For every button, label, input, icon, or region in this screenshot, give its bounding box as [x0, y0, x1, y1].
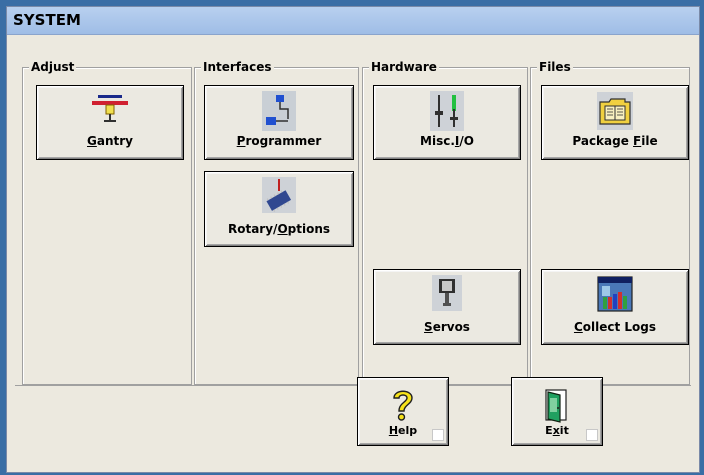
- package-file-label: Package File: [572, 134, 658, 148]
- group-label-adjust: Adjust: [29, 60, 77, 74]
- programmer-icon: [262, 91, 296, 131]
- rotary-options-label: Rotary/Options: [227, 222, 331, 236]
- exit-button[interactable]: Exit: [511, 377, 603, 446]
- question-mark-icon: [393, 390, 413, 421]
- servos-label: Servos: [424, 320, 470, 334]
- package-folder-icon: [597, 92, 633, 130]
- io-slider-icon: [430, 91, 464, 131]
- help-button[interactable]: Help: [357, 377, 449, 446]
- chip-icon: [262, 177, 296, 213]
- title-bar: SYSTEM: [7, 7, 699, 35]
- exit-corner-indicator: [586, 429, 598, 441]
- window-client-area: Adjust Interfaces Hardware Files Gantry: [15, 35, 691, 465]
- gantry-label: Gantry: [87, 134, 133, 148]
- system-window: SYSTEM Adjust Interfaces Hardware Files: [6, 6, 700, 473]
- exit-door-icon: [545, 389, 567, 423]
- window-title: SYSTEM: [13, 11, 81, 29]
- group-label-files: Files: [537, 60, 573, 74]
- logs-icon: [597, 276, 633, 312]
- misc-io-button[interactable]: Misc.I/O: [373, 85, 521, 160]
- programmer-label: Programmer: [236, 134, 322, 148]
- servo-icon: [432, 275, 462, 311]
- group-label-interfaces: Interfaces: [201, 60, 274, 74]
- collect-logs-label: Collect Logs: [573, 320, 657, 334]
- programmer-button[interactable]: Programmer: [204, 85, 354, 160]
- collect-logs-button[interactable]: Collect Logs: [541, 269, 689, 345]
- help-corner-indicator: [432, 429, 444, 441]
- rotary-options-button[interactable]: Rotary/Options: [204, 171, 354, 247]
- gantry-icon: [92, 95, 128, 122]
- misc-io-label: Misc.I/O: [420, 134, 474, 148]
- gantry-button[interactable]: Gantry: [36, 85, 184, 160]
- servos-button[interactable]: Servos: [373, 269, 521, 345]
- group-label-hardware: Hardware: [369, 60, 439, 74]
- package-file-button[interactable]: Package File: [541, 85, 689, 160]
